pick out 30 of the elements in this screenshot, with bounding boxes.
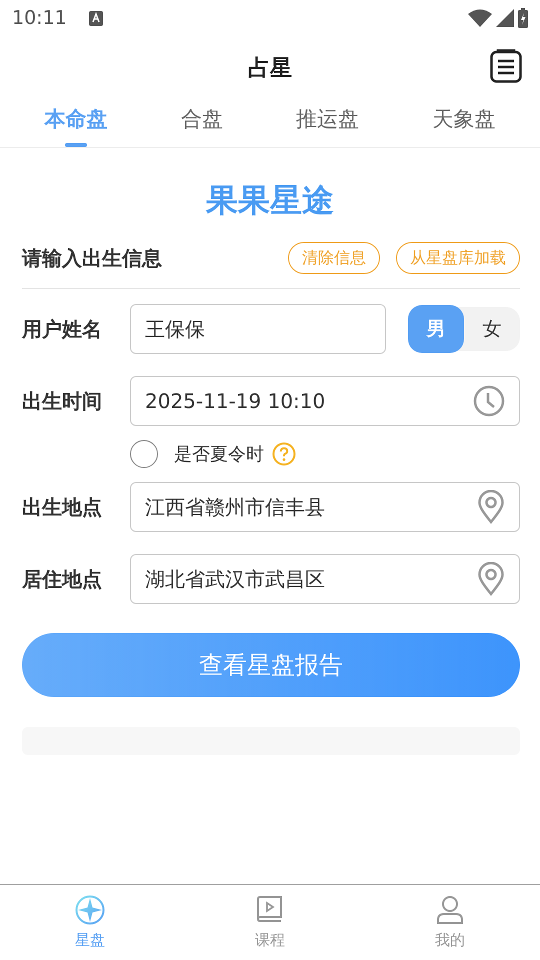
location-pin-icon: [477, 490, 505, 524]
checkbox[interactable]: [130, 440, 158, 468]
date-time-field[interactable]: 2025-11-19 10:10: [130, 376, 520, 426]
name-field[interactable]: 王保保: [130, 304, 386, 354]
compass-star-icon: [75, 895, 105, 925]
list-icon[interactable]: [490, 49, 522, 83]
field-label: 出生地点: [22, 494, 103, 521]
field-label: 居住地点: [22, 566, 103, 593]
location-field[interactable]: 江西省赣州市信丰县: [130, 482, 520, 532]
section-title: 请输入出生信息: [22, 245, 162, 272]
battery-icon: [518, 8, 528, 28]
video-book-icon: [255, 895, 285, 925]
tab[interactable]: 天象盘: [432, 104, 496, 147]
signal-icon: [496, 9, 514, 27]
clock-icon: [473, 385, 505, 417]
person-icon: [435, 895, 465, 925]
tab[interactable]: 推运盘: [296, 104, 360, 147]
brand-title: 果果星途: [204, 180, 335, 221]
gender-option[interactable]: 女: [464, 305, 520, 353]
checkbox-label: 是否夏令时: [174, 442, 264, 466]
field-label: 出生时间: [22, 388, 103, 415]
location-field[interactable]: 湖北省武汉市武昌区: [130, 554, 520, 604]
clock: 10:11: [12, 6, 67, 31]
location-pin-icon: [477, 562, 505, 596]
wifi-icon: [468, 9, 492, 27]
help-icon[interactable]: [272, 442, 296, 466]
field-label: 用户姓名: [22, 316, 103, 343]
keyboard-icon: [88, 10, 103, 26]
page-title: 占星: [248, 54, 292, 82]
tab[interactable]: 合盘: [180, 104, 223, 147]
